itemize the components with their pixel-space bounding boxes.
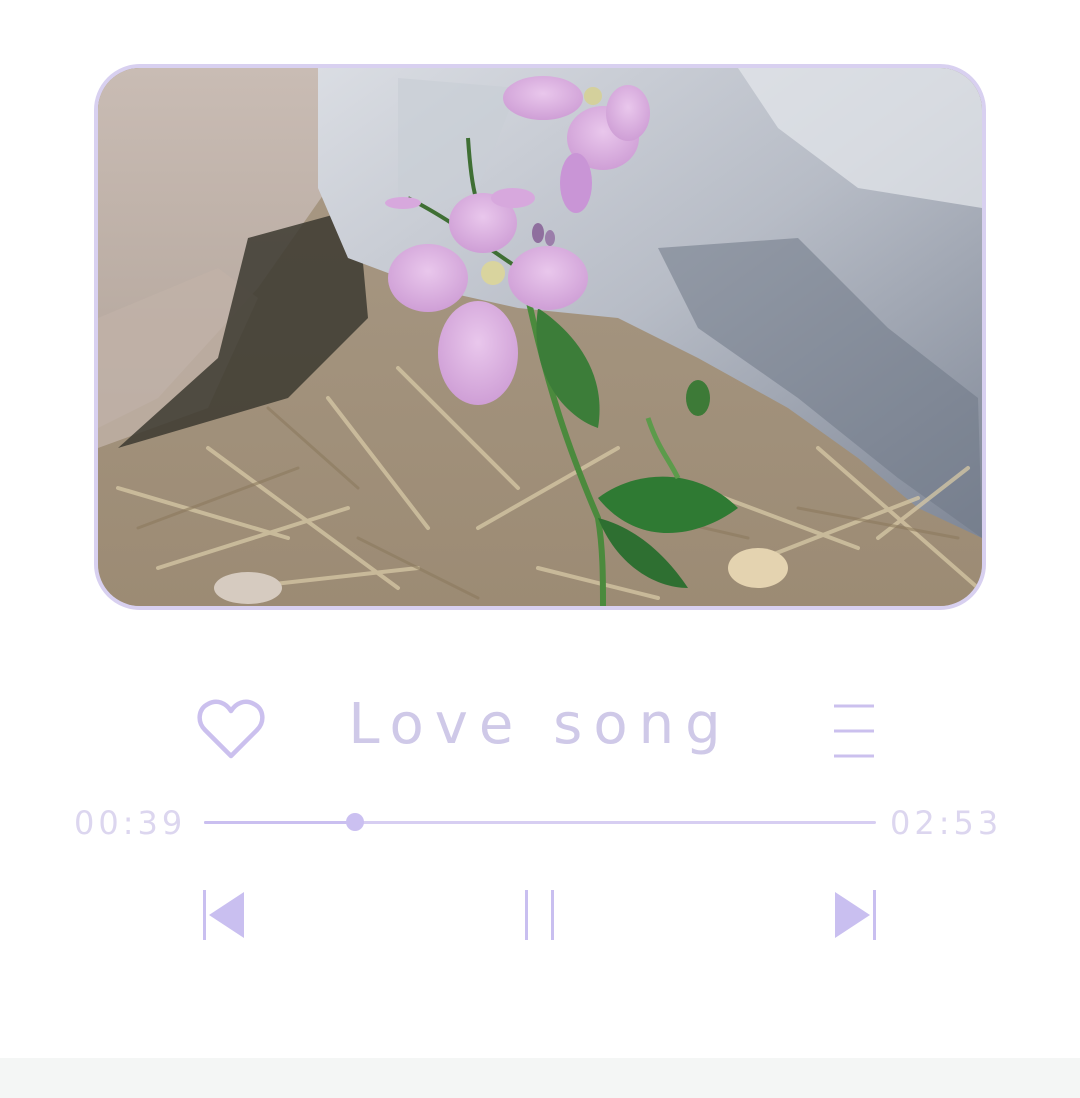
heart-icon: [197, 699, 265, 759]
skip-next-icon: [835, 890, 876, 940]
pause-icon: [525, 890, 554, 940]
playlist-button[interactable]: [828, 702, 882, 762]
next-button[interactable]: [830, 888, 882, 944]
elapsed-time: 00:39: [74, 804, 187, 842]
previous-button[interactable]: [198, 888, 250, 944]
total-time: 02:53: [890, 804, 1003, 842]
album-cover: [94, 64, 986, 610]
progress-bar[interactable]: [204, 813, 876, 831]
progress-fill: [204, 821, 356, 824]
menu-icon: [834, 704, 874, 758]
bottom-strip: [0, 1058, 1080, 1098]
progress-thumb[interactable]: [346, 813, 365, 831]
pause-button[interactable]: [518, 888, 562, 944]
favorite-button[interactable]: [196, 696, 266, 762]
song-title: Love song: [348, 692, 732, 757]
album-cover-artwork: [98, 68, 982, 606]
skip-previous-icon: [203, 890, 244, 940]
